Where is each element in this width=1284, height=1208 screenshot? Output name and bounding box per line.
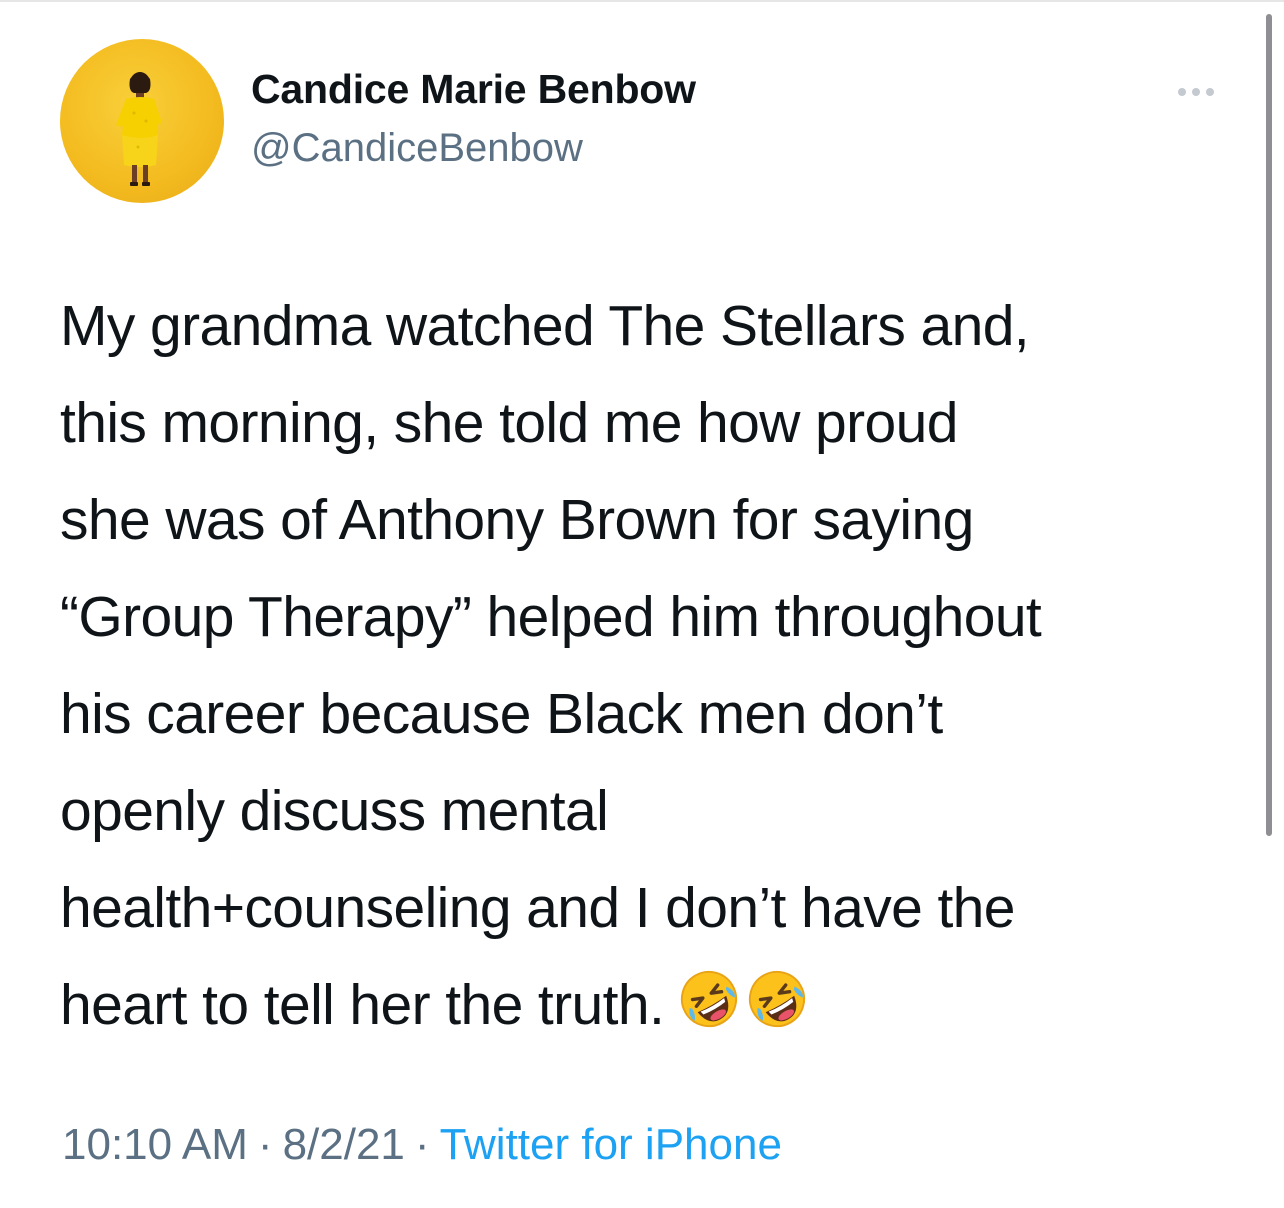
scrollbar[interactable] (1266, 14, 1272, 836)
more-options-button[interactable] (1172, 80, 1220, 104)
profile-photo-icon (116, 72, 162, 186)
rolling-on-the-floor-laughing-emoji-icon (749, 970, 806, 1028)
meta-separator: · (257, 1120, 273, 1169)
tweet-source-link[interactable]: Twitter for iPhone (440, 1120, 782, 1169)
tweet-line: this morning, she told me how proud (60, 391, 958, 455)
display-name[interactable]: Candice Marie Benbow (251, 66, 696, 113)
tweet-line: openly discuss mental (60, 779, 609, 843)
more-dot (1192, 88, 1200, 96)
top-divider (0, 0, 1284, 2)
tweet-text: My grandma watched The Stellars and, thi… (60, 278, 1240, 1060)
tweet-date[interactable]: 8/2/21 (283, 1120, 405, 1169)
meta-separator: · (414, 1120, 430, 1169)
tweet-time[interactable]: 10:10 AM (62, 1120, 248, 1169)
user-handle[interactable]: @CandiceBenbow (251, 126, 583, 171)
more-horizontal-icon (1178, 88, 1186, 96)
tweet-line: his career because Black men don’t (60, 682, 943, 746)
rolling-on-the-floor-laughing-emoji-icon (681, 970, 738, 1028)
more-dot (1206, 88, 1214, 96)
tweet-line: health+counseling and I don’t have the (60, 876, 1015, 940)
tweet-line: My grandma watched The Stellars and, (60, 294, 1030, 358)
tweet-line: “Group Therapy” helped him throughout (60, 585, 1042, 649)
avatar[interactable] (60, 39, 224, 203)
tweet-line-text: heart to tell her the truth. (60, 973, 665, 1037)
tweet-metadata: 10:10 AM · 8/2/21 · Twitter for iPhone (62, 1120, 782, 1170)
emoji-group (678, 963, 814, 1060)
tweet-line-last: heart to tell her the truth. (60, 957, 1240, 1060)
tweet-line: she was of Anthony Brown for saying (60, 488, 974, 552)
